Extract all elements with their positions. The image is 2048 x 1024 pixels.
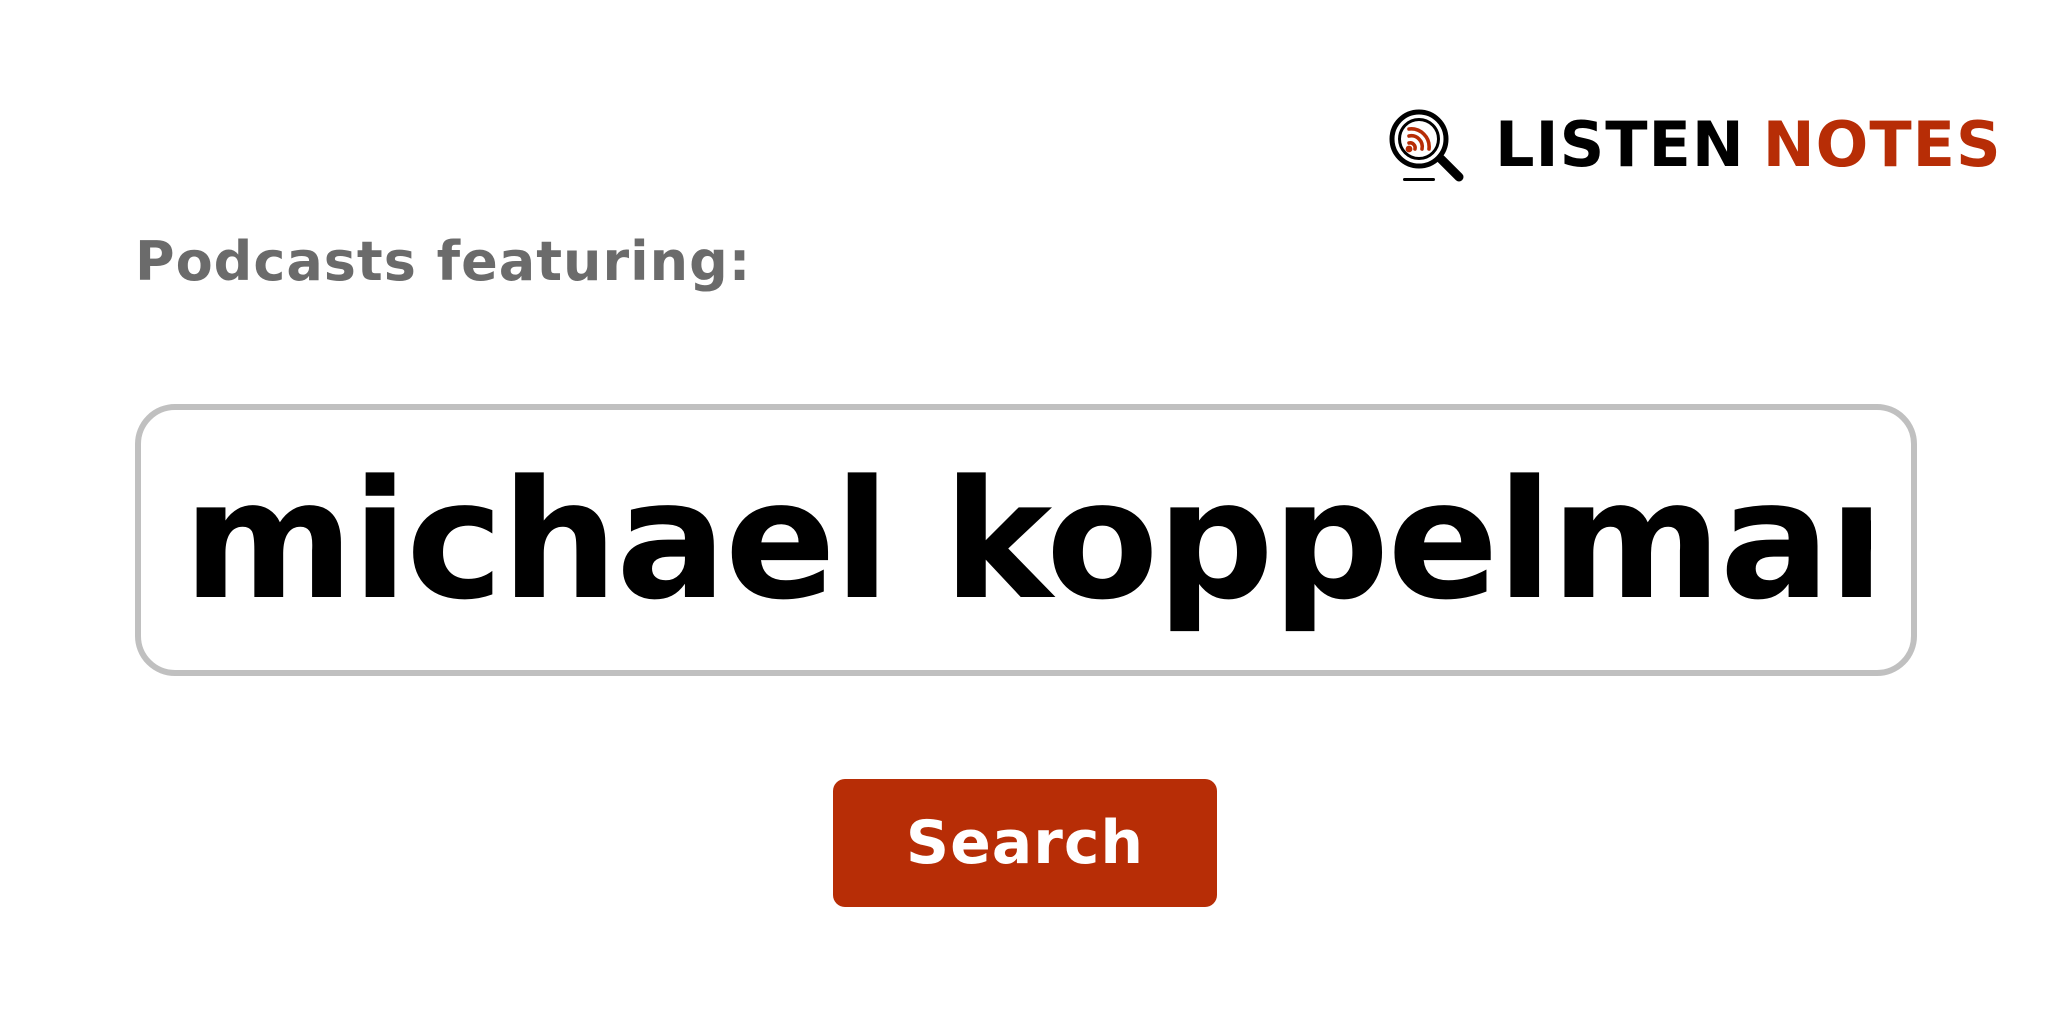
page-heading: Podcasts featuring: <box>135 230 752 293</box>
search-box[interactable] <box>135 404 1917 676</box>
podcast-search-icon <box>1389 109 1464 182</box>
logo-word-notes: NOTES <box>1762 108 2002 181</box>
search-input[interactable] <box>183 444 1871 636</box>
logo-word-listen: LISTEN <box>1495 108 1745 181</box>
listen-notes-logo[interactable]: LISTEN NOTES <box>1385 105 2002 185</box>
logo-wordmark: LISTEN NOTES <box>1495 114 2002 176</box>
search-button[interactable]: Search <box>833 779 1217 907</box>
